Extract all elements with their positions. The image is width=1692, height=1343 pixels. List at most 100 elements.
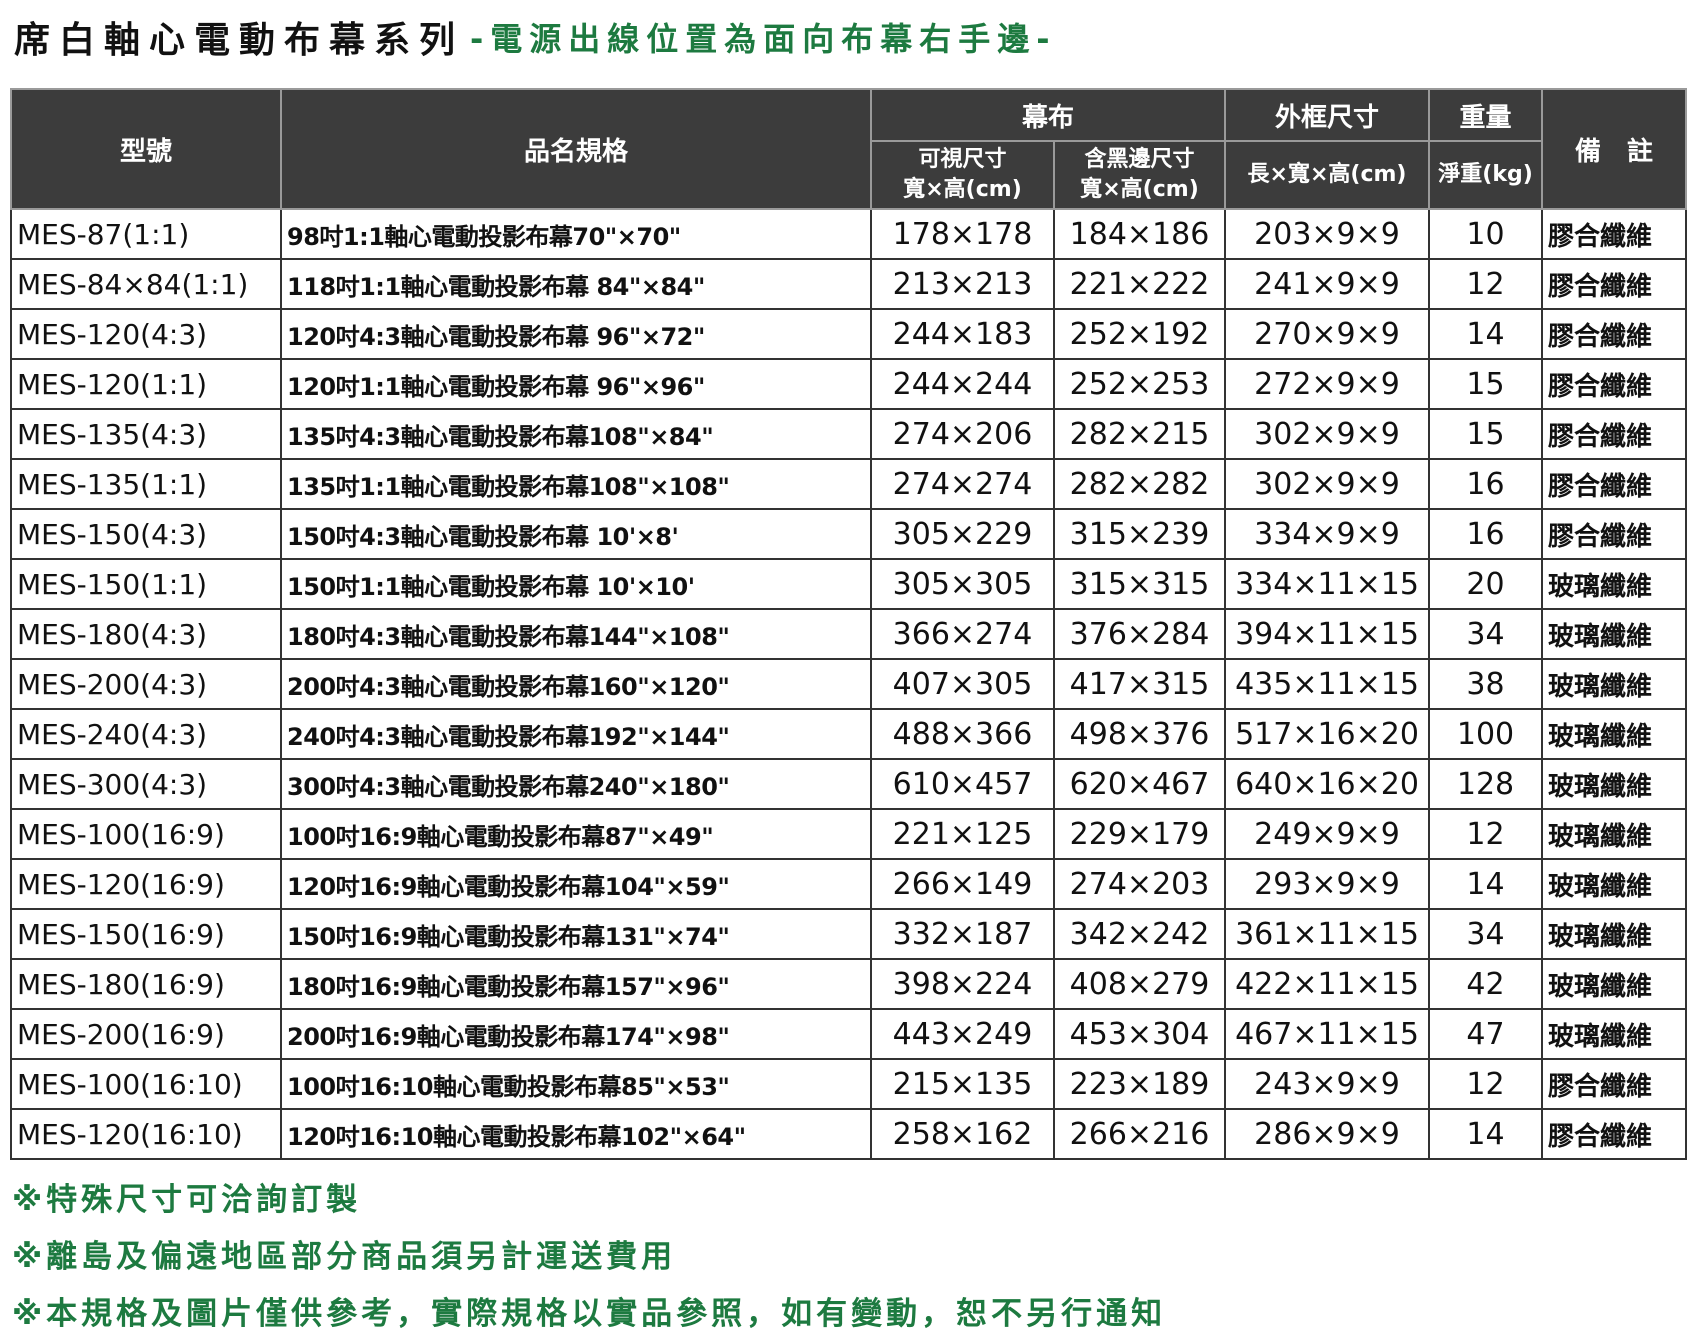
cell-border: 315×315 <box>1052 558 1227 610</box>
table-row: MES-120(16:9) 120吋16:9軸心電動投影布幕104"×59" 266… <box>10 858 1688 910</box>
cell-frame: 302×9×9 <box>1224 458 1431 510</box>
cell-model: MES-84×84(1:1) <box>10 258 282 310</box>
cell-model: MES-300(4:3) <box>10 758 282 810</box>
cell-remark: 膠合纖維 <box>1541 1058 1688 1110</box>
cell-remark: 玻璃纖維 <box>1541 908 1688 960</box>
table-row: MES-135(1:1) 135吋1:1軸心電動投影布幕108"×108" 274×… <box>10 458 1688 510</box>
col-header-name: 品名規格 <box>280 88 872 210</box>
cell-border: 223×189 <box>1052 1058 1227 1110</box>
cell-visible: 221×125 <box>870 808 1055 860</box>
cell-weight: 12 <box>1428 808 1544 860</box>
cell-name: 135吋1:1軸心電動投影布幕108"×108" <box>280 458 872 510</box>
cell-visible: 610×457 <box>870 758 1055 810</box>
col-header-border: 含黑邊尺寸 寬×高(cm) <box>1052 140 1227 210</box>
table-row: MES-120(4:3) 120吋4:3軸心電動投影布幕 96"×72" 244×1… <box>10 308 1688 360</box>
cell-frame: 270×9×9 <box>1224 308 1431 360</box>
cell-weight: 38 <box>1428 658 1544 710</box>
note-shipping: ※離島及偏遠地區部分商品須另計運送費用 <box>12 1239 677 1275</box>
col-header-remark: 備 註 <box>1541 88 1688 210</box>
cell-border: 282×282 <box>1052 458 1227 510</box>
cell-name: 98吋1:1軸心電動投影布幕70"×70" <box>280 208 872 260</box>
cell-frame: 435×11×15 <box>1224 658 1431 710</box>
cell-name: 150吋16:9軸心電動投影布幕131"×74" <box>280 908 872 960</box>
cell-name: 100吋16:9軸心電動投影布幕87"×49" <box>280 808 872 860</box>
cell-weight: 47 <box>1428 1008 1544 1060</box>
cell-remark: 膠合纖維 <box>1541 508 1688 560</box>
cell-remark: 膠合纖維 <box>1541 258 1688 310</box>
cell-frame: 517×16×20 <box>1224 708 1431 760</box>
cell-weight: 100 <box>1428 708 1544 760</box>
cell-remark: 膠合纖維 <box>1541 1108 1688 1160</box>
col-header-weight-unit: 淨重(kg) <box>1428 140 1544 210</box>
cell-border: 408×279 <box>1052 958 1227 1010</box>
cell-model: MES-180(4:3) <box>10 608 282 660</box>
col-header-border-unit: 寬×高(cm) <box>1080 177 1199 202</box>
cell-frame: 394×11×15 <box>1224 608 1431 660</box>
cell-border: 184×186 <box>1052 208 1227 260</box>
cell-weight: 14 <box>1428 1108 1544 1160</box>
cell-weight: 16 <box>1428 508 1544 560</box>
cell-frame: 286×9×9 <box>1224 1108 1431 1160</box>
cell-border: 229×179 <box>1052 808 1227 860</box>
cell-name: 300吋4:3軸心電動投影布幕240"×180" <box>280 758 872 810</box>
cell-border: 376×284 <box>1052 608 1227 660</box>
cell-name: 120吋4:3軸心電動投影布幕 96"×72" <box>280 308 872 360</box>
cell-model: MES-120(16:9) <box>10 858 282 910</box>
cell-visible: 305×229 <box>870 508 1055 560</box>
cell-border: 274×203 <box>1052 858 1227 910</box>
cell-border: 342×242 <box>1052 908 1227 960</box>
cell-weight: 42 <box>1428 958 1544 1010</box>
cell-model: MES-135(4:3) <box>10 408 282 460</box>
col-header-frame-unit: 長×寬×高(cm) <box>1224 140 1431 210</box>
cell-border: 221×222 <box>1052 258 1227 310</box>
cell-frame: 241×9×9 <box>1224 258 1431 310</box>
table-body: MES-87(1:1) 98吋1:1軸心電動投影布幕70"×70" 178×178 1… <box>10 208 1688 1160</box>
cell-remark: 玻璃纖維 <box>1541 558 1688 610</box>
table-row: MES-100(16:9) 100吋16:9軸心電動投影布幕87"×49" 221×… <box>10 808 1688 860</box>
note-disclaimer: ※本規格及圖片僅供參考，實際規格以實品參照，如有變動，恕不另行通知 <box>12 1296 1167 1332</box>
cell-visible: 488×366 <box>870 708 1055 760</box>
cell-weight: 34 <box>1428 908 1544 960</box>
cell-name: 120吋16:9軸心電動投影布幕104"×59" <box>280 858 872 910</box>
cell-weight: 12 <box>1428 258 1544 310</box>
cell-visible: 407×305 <box>870 658 1055 710</box>
cell-visible: 332×187 <box>870 908 1055 960</box>
cell-remark: 玻璃纖維 <box>1541 1008 1688 1060</box>
cell-name: 120吋1:1軸心電動投影布幕 96"×96" <box>280 358 872 410</box>
cell-name: 100吋16:10軸心電動投影布幕85"×53" <box>280 1058 872 1110</box>
table-row: MES-100(16:10) 100吋16:10軸心電動投影布幕85"×53" 21… <box>10 1058 1688 1110</box>
cell-visible: 274×206 <box>870 408 1055 460</box>
cell-frame: 203×9×9 <box>1224 208 1431 260</box>
table-header: 型號 品名規格 幕布 外框尺寸 重量 備 註 可視尺寸 寬×高(cm) 含黑邊尺… <box>10 88 1688 210</box>
cell-model: MES-240(4:3) <box>10 708 282 760</box>
cell-frame: 334×11×15 <box>1224 558 1431 610</box>
cell-remark: 膠合纖維 <box>1541 408 1688 460</box>
cell-border: 315×239 <box>1052 508 1227 560</box>
col-header-visible-unit: 寬×高(cm) <box>903 177 1022 202</box>
cell-name: 200吋16:9軸心電動投影布幕174"×98" <box>280 1008 872 1060</box>
col-header-border-label: 含黑邊尺寸 <box>1084 147 1195 172</box>
cell-model: MES-120(16:10) <box>10 1108 282 1160</box>
cell-frame: 293×9×9 <box>1224 858 1431 910</box>
table-row: MES-150(4:3) 150吋4:3軸心電動投影布幕 10'×8' 305×22… <box>10 508 1688 560</box>
cell-frame: 467×11×15 <box>1224 1008 1431 1060</box>
cell-border: 417×315 <box>1052 658 1227 710</box>
cell-remark: 膠合纖維 <box>1541 308 1688 360</box>
cell-visible: 178×178 <box>870 208 1055 260</box>
table-row: MES-300(4:3) 300吋4:3軸心電動投影布幕240"×180" 610×… <box>10 758 1688 810</box>
cell-model: MES-100(16:9) <box>10 808 282 860</box>
table-row: MES-150(16:9) 150吋16:9軸心電動投影布幕131"×74" 332… <box>10 908 1688 960</box>
cell-model: MES-120(4:3) <box>10 308 282 360</box>
cell-visible: 305×305 <box>870 558 1055 610</box>
table-row: MES-120(16:10) 120吋16:10軸心電動投影布幕102"×64" 2… <box>10 1108 1688 1160</box>
cell-remark: 玻璃纖維 <box>1541 608 1688 660</box>
cell-model: MES-87(1:1) <box>10 208 282 260</box>
cell-visible: 244×244 <box>870 358 1055 410</box>
cell-frame: 249×9×9 <box>1224 808 1431 860</box>
cell-model: MES-180(16:9) <box>10 958 282 1010</box>
cell-weight: 15 <box>1428 358 1544 410</box>
cell-frame: 243×9×9 <box>1224 1058 1431 1110</box>
cell-model: MES-150(1:1) <box>10 558 282 610</box>
cell-model: MES-135(1:1) <box>10 458 282 510</box>
cell-visible: 443×249 <box>870 1008 1055 1060</box>
